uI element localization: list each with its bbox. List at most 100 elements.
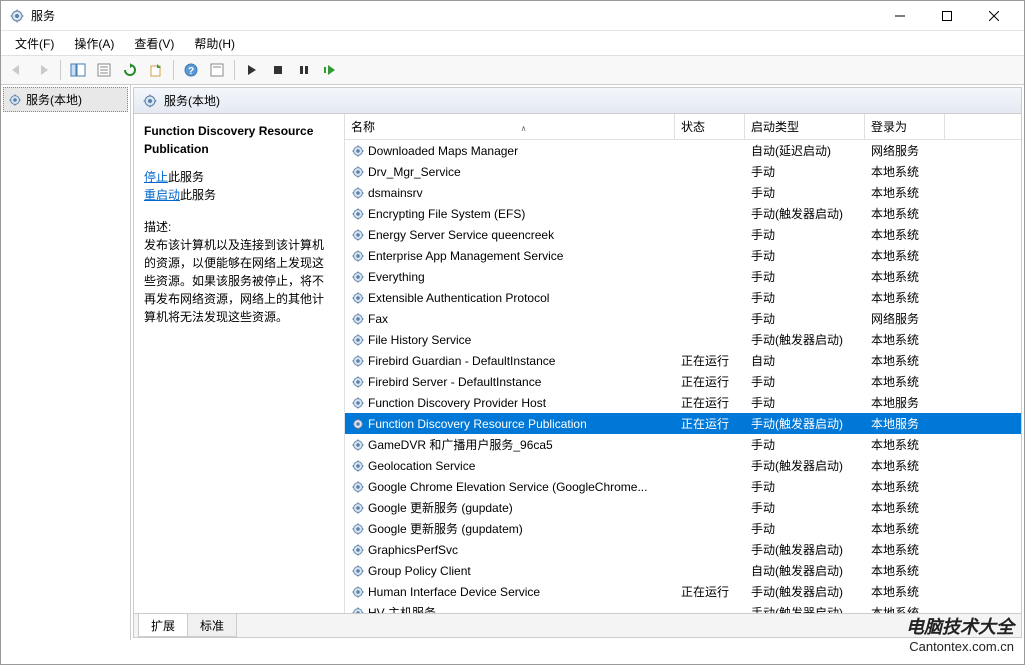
table-row[interactable]: Downloaded Maps Manager自动(延迟启动)网络服务: [345, 140, 1021, 161]
table-row[interactable]: Enterprise App Management Service手动本地系统: [345, 245, 1021, 266]
service-icon: [351, 522, 365, 536]
forward-button[interactable]: [31, 58, 55, 82]
service-list[interactable]: Downloaded Maps Manager自动(延迟启动)网络服务Drv_M…: [345, 140, 1021, 613]
service-startup: 手动(触发器启动): [745, 602, 865, 613]
content-header-label: 服务(本地): [164, 92, 220, 109]
maximize-button[interactable]: [924, 2, 969, 30]
stop-button[interactable]: [266, 58, 290, 82]
service-status: [675, 527, 745, 531]
content-header: 服务(本地): [134, 88, 1021, 114]
service-name: Firebird Guardian - DefaultInstance: [368, 354, 555, 368]
menu-help[interactable]: 帮助(H): [186, 33, 243, 54]
service-status: [675, 548, 745, 552]
service-logon: 本地系统: [865, 371, 945, 392]
table-row[interactable]: dsmainsrv手动本地系统: [345, 182, 1021, 203]
table-row[interactable]: Energy Server Service queencreek手动本地系统: [345, 224, 1021, 245]
service-startup: 自动(延迟启动): [745, 140, 865, 161]
close-button[interactable]: [971, 2, 1016, 30]
menu-file[interactable]: 文件(F): [7, 33, 62, 54]
service-name: HV 主机服务: [368, 604, 436, 613]
show-hide-tree-button[interactable]: [66, 58, 90, 82]
service-startup: 手动: [745, 161, 865, 182]
refresh-button[interactable]: [118, 58, 142, 82]
service-startup: 手动(触发器启动): [745, 413, 865, 434]
tab-extended[interactable]: 扩展: [138, 614, 188, 637]
minimize-button[interactable]: [877, 2, 922, 30]
table-row[interactable]: File History Service手动(触发器启动)本地系统: [345, 329, 1021, 350]
service-icon: [351, 249, 365, 263]
help-button[interactable]: ?: [179, 58, 203, 82]
service-startup: 手动: [745, 308, 865, 329]
service-startup: 手动: [745, 245, 865, 266]
restart-button[interactable]: [318, 58, 342, 82]
service-icon: [351, 459, 365, 473]
menu-view[interactable]: 查看(V): [126, 33, 182, 54]
table-row[interactable]: Fax手动网络服务: [345, 308, 1021, 329]
service-status: [675, 338, 745, 342]
service-status: [675, 569, 745, 573]
service-logon: 本地系统: [865, 224, 945, 245]
service-status: [675, 275, 745, 279]
stop-link[interactable]: 停止: [144, 170, 168, 184]
table-row[interactable]: Google Chrome Elevation Service (GoogleC…: [345, 476, 1021, 497]
service-icon: [351, 291, 365, 305]
service-name: Function Discovery Resource Publication: [368, 417, 587, 431]
service-status: 正在运行: [675, 581, 745, 602]
service-name: Google 更新服务 (gupdate): [368, 499, 513, 516]
service-name: Function Discovery Provider Host: [368, 396, 546, 410]
table-row[interactable]: Everything 手动本地系统: [345, 266, 1021, 287]
table-row[interactable]: Geolocation Service手动(触发器启动)本地系统: [345, 455, 1021, 476]
table-row[interactable]: Firebird Guardian - DefaultInstance正在运行自…: [345, 350, 1021, 371]
start-button[interactable]: [240, 58, 264, 82]
service-logon: 本地系统: [865, 455, 945, 476]
tab-standard[interactable]: 标准: [187, 614, 237, 637]
table-row[interactable]: HV 主机服务手动(触发器启动)本地系统: [345, 602, 1021, 613]
table-row[interactable]: GameDVR 和广播用户服务_96ca5手动本地系统: [345, 434, 1021, 455]
sort-indicator-icon: ∧: [521, 124, 527, 133]
export-button[interactable]: [144, 58, 168, 82]
service-name: Everything: [368, 270, 425, 284]
tree-item-services-local[interactable]: 服务(本地): [3, 87, 128, 112]
properties2-button[interactable]: [205, 58, 229, 82]
service-name: Extensible Authentication Protocol: [368, 291, 549, 305]
restart-link[interactable]: 重启动: [144, 188, 180, 202]
table-row[interactable]: Function Discovery Resource Publication正…: [345, 413, 1021, 434]
service-logon: 本地系统: [865, 203, 945, 224]
service-logon: 本地系统: [865, 497, 945, 518]
service-icon: [351, 543, 365, 557]
service-icon: [351, 480, 365, 494]
detail-pane: Function Discovery Resource Publication …: [134, 114, 344, 613]
service-logon: 本地系统: [865, 539, 945, 560]
service-icon: [351, 186, 365, 200]
table-row[interactable]: Google 更新服务 (gupdate)手动本地系统: [345, 497, 1021, 518]
toolbar: ?: [1, 55, 1024, 85]
service-name: Firebird Server - DefaultInstance: [368, 375, 541, 389]
col-status[interactable]: 状态: [675, 114, 745, 139]
col-logon[interactable]: 登录为: [865, 114, 945, 139]
table-row[interactable]: Human Interface Device Service正在运行手动(触发器…: [345, 581, 1021, 602]
table-row[interactable]: Firebird Server - DefaultInstance正在运行手动本…: [345, 371, 1021, 392]
pause-button[interactable]: [292, 58, 316, 82]
service-name: Human Interface Device Service: [368, 585, 540, 599]
table-row[interactable]: Extensible Authentication Protocol手动本地系统: [345, 287, 1021, 308]
table-row[interactable]: Drv_Mgr_Service手动本地系统: [345, 161, 1021, 182]
service-startup: 手动: [745, 266, 865, 287]
service-name: Geolocation Service: [368, 459, 475, 473]
back-button[interactable]: [5, 58, 29, 82]
properties-button[interactable]: [92, 58, 116, 82]
service-startup: 自动: [745, 350, 865, 371]
table-row[interactable]: Function Discovery Provider Host正在运行手动本地…: [345, 392, 1021, 413]
table-row[interactable]: GraphicsPerfSvc手动(触发器启动)本地系统: [345, 539, 1021, 560]
menubar: 文件(F) 操作(A) 查看(V) 帮助(H): [1, 31, 1024, 55]
service-logon: 本地系统: [865, 266, 945, 287]
menu-action[interactable]: 操作(A): [66, 33, 122, 54]
app-icon: [9, 8, 25, 24]
table-row[interactable]: Group Policy Client自动(触发器启动)本地系统: [345, 560, 1021, 581]
service-icon: [351, 270, 365, 284]
col-startup[interactable]: 启动类型: [745, 114, 865, 139]
service-name: GraphicsPerfSvc: [368, 543, 458, 557]
col-name[interactable]: 名称∧: [345, 114, 675, 139]
table-row[interactable]: Encrypting File System (EFS)手动(触发器启动)本地系…: [345, 203, 1021, 224]
table-row[interactable]: Google 更新服务 (gupdatem)手动本地系统: [345, 518, 1021, 539]
service-icon: [351, 564, 365, 578]
